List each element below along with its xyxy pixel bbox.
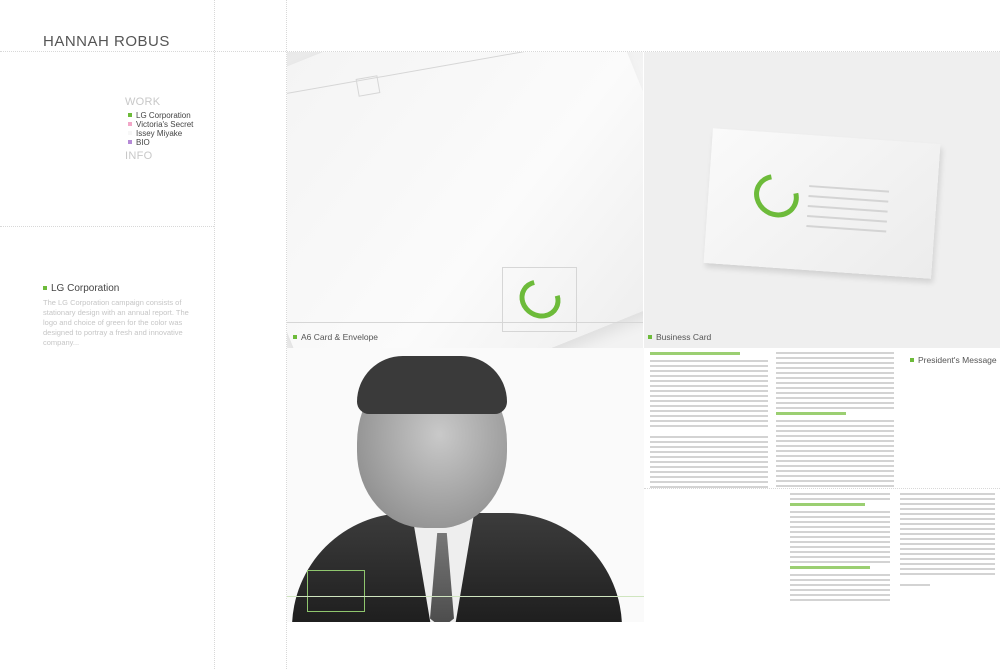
- bullet-square-icon: [128, 122, 132, 126]
- doc-column: [900, 493, 995, 589]
- nav-item-label: BIO: [136, 138, 150, 147]
- doc-column: [776, 352, 894, 490]
- nav-work[interactable]: WORK: [125, 96, 193, 108]
- project-title-text: LG Corporation: [51, 283, 120, 294]
- business-card-image: [703, 128, 941, 279]
- caption-text: President's Message: [918, 355, 997, 365]
- nav-item-victorias-secret[interactable]: Victoria's Secret: [128, 120, 193, 129]
- guide-line: [214, 0, 215, 669]
- bullet-square-icon: [128, 131, 132, 135]
- site-title[interactable]: HANNAH ROBUS: [43, 33, 170, 50]
- nav-item-bio[interactable]: BIO: [128, 138, 193, 147]
- nav-item-label: Victoria's Secret: [136, 120, 194, 129]
- guide-line: [0, 226, 214, 227]
- lg-logo-icon: [745, 165, 808, 227]
- document-spread-bottom[interactable]: [790, 493, 1000, 623]
- bullet-square-icon: [648, 335, 652, 339]
- bullet-square-icon: [910, 358, 914, 362]
- nav-info[interactable]: INFO: [125, 150, 193, 162]
- nav-item-label: Issey Miyake: [136, 129, 183, 138]
- decor-line: [287, 596, 644, 597]
- main-nav: WORK LG Corporation Victoria's Secret Is…: [125, 96, 193, 162]
- project-info: LG Corporation The LG Corporation campai…: [43, 283, 195, 348]
- project-description: The LG Corporation campaign consists of …: [43, 298, 189, 347]
- doc-column: [790, 493, 890, 604]
- portrait-hair: [357, 356, 507, 414]
- bullet-square-icon: [128, 113, 132, 117]
- envelope-image: [287, 52, 643, 348]
- caption-business-card: Business Card: [648, 332, 711, 342]
- caption-text: Business Card: [656, 332, 712, 342]
- caption-a6-card: A6 Card & Envelope: [293, 332, 378, 342]
- bullet-square-icon: [128, 140, 132, 144]
- decor-box: [307, 570, 365, 612]
- bullet-square-icon: [293, 335, 297, 339]
- caption-text: A6 Card & Envelope: [301, 332, 379, 342]
- project-title: LG Corporation: [43, 283, 195, 294]
- envelope-fold-line: [355, 75, 381, 97]
- nav-item-label: LG Corporation: [136, 111, 191, 120]
- nav-item-issey-miyake[interactable]: Issey Miyake: [128, 129, 193, 138]
- envelope-fold-line: [287, 322, 643, 323]
- work-list: LG Corporation Victoria's Secret Issey M…: [128, 111, 193, 147]
- photo-a6-card-envelope[interactable]: A6 Card & Envelope: [287, 52, 643, 348]
- caption-presidents-message: President's Message: [910, 355, 997, 365]
- nav-item-lg-corporation[interactable]: LG Corporation: [128, 111, 193, 120]
- doc-column: [650, 352, 768, 491]
- document-spread-top[interactable]: [648, 352, 903, 488]
- photo-president-portrait[interactable]: [287, 348, 644, 622]
- business-card-text-lines: [806, 185, 890, 240]
- photo-business-card[interactable]: Business Card: [644, 52, 1000, 348]
- bullet-square-icon: [43, 286, 47, 290]
